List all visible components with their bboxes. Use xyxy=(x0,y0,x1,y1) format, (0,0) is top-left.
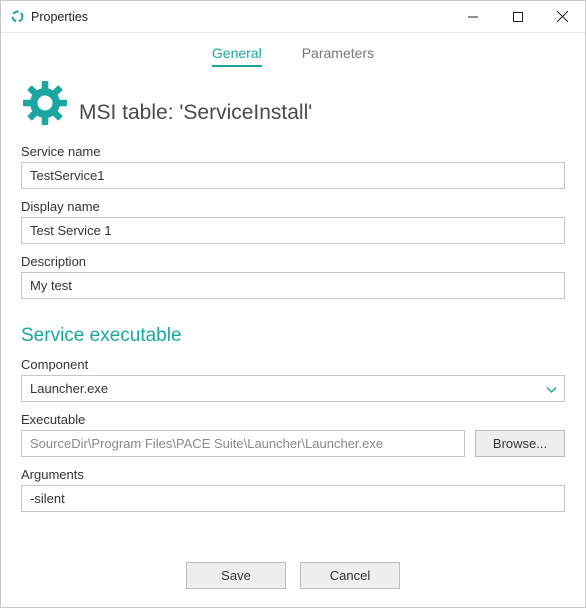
footer-buttons: Save Cancel xyxy=(1,562,585,589)
tab-parameters[interactable]: Parameters xyxy=(302,45,374,67)
app-icon xyxy=(9,9,25,25)
close-button[interactable] xyxy=(540,1,585,32)
component-select[interactable] xyxy=(21,375,565,402)
content-area: MSI table: 'ServiceInstall' Service name… xyxy=(1,67,585,512)
executable-label: Executable xyxy=(21,412,565,427)
page-header: MSI table: 'ServiceInstall' xyxy=(21,79,565,130)
service-name-input[interactable] xyxy=(21,162,565,189)
browse-button[interactable]: Browse... xyxy=(475,430,565,457)
tab-bar: General Parameters xyxy=(1,45,585,67)
close-icon xyxy=(557,11,568,22)
minimize-icon xyxy=(468,12,478,22)
cancel-button[interactable]: Cancel xyxy=(300,562,400,589)
window-controls xyxy=(450,1,585,32)
arguments-input[interactable] xyxy=(21,485,565,512)
executable-input xyxy=(21,430,465,457)
component-label: Component xyxy=(21,357,565,372)
page-title: MSI table: 'ServiceInstall' xyxy=(79,101,312,125)
tab-general[interactable]: General xyxy=(212,45,262,67)
titlebar: Properties xyxy=(1,1,585,33)
description-input[interactable] xyxy=(21,272,565,299)
maximize-button[interactable] xyxy=(495,1,540,32)
description-label: Description xyxy=(21,254,565,269)
window-title: Properties xyxy=(31,10,88,24)
arguments-label: Arguments xyxy=(21,467,565,482)
component-value[interactable] xyxy=(21,375,565,402)
gear-icon xyxy=(21,79,69,130)
display-name-input[interactable] xyxy=(21,217,565,244)
section-heading: Service executable xyxy=(21,325,565,347)
service-name-label: Service name xyxy=(21,144,565,159)
maximize-icon xyxy=(513,12,523,22)
minimize-button[interactable] xyxy=(450,1,495,32)
save-button[interactable]: Save xyxy=(186,562,286,589)
display-name-label: Display name xyxy=(21,199,565,214)
